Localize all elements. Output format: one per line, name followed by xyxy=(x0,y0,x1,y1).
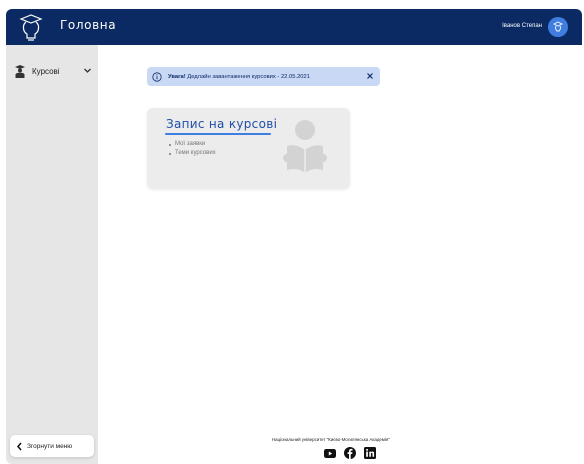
page-title: Головна xyxy=(60,18,117,32)
avatar[interactable] xyxy=(548,17,568,37)
chevron-down-icon[interactable] xyxy=(83,66,92,75)
link-coursework-topics[interactable]: Теми курсових xyxy=(169,149,216,158)
graduation-bulb-icon[interactable] xyxy=(18,13,44,41)
info-icon xyxy=(152,71,162,82)
social-links xyxy=(324,447,376,459)
coursework-enrollment-card[interactable]: Запис на курсові Мої заявки Теми курсови… xyxy=(147,108,350,189)
alert-prefix: Увага! xyxy=(168,73,186,80)
alert-message: Увага! Дедлайн завантаження курсових - 2… xyxy=(168,74,310,80)
linkedin-icon[interactable] xyxy=(364,447,376,459)
close-icon[interactable] xyxy=(366,72,374,80)
card-title-underline xyxy=(165,133,271,135)
student-icon xyxy=(15,65,25,78)
card-title[interactable]: Запис на курсові xyxy=(166,117,277,131)
footer-university: Національний університет "Києво-Могилянс… xyxy=(272,437,390,442)
youtube-icon[interactable] xyxy=(324,448,336,458)
alert-body: Дедлайн завантаження курсових - 22.05.20… xyxy=(185,73,310,80)
card-links: Мої заявки Теми курсових xyxy=(169,140,216,158)
sidebar: Курсові Згорнути меню xyxy=(6,45,98,464)
sidebar-item-coursework[interactable]: Курсові xyxy=(14,63,98,79)
link-my-applications[interactable]: Мої заявки xyxy=(169,140,216,149)
sidebar-item-label: Курсові xyxy=(32,66,60,76)
user-name[interactable]: Іванов Степан xyxy=(502,23,542,29)
deadline-alert: Увага! Дедлайн завантаження курсових - 2… xyxy=(147,67,380,86)
chevron-left-icon xyxy=(17,442,22,450)
collapse-menu-button[interactable]: Згорнути меню xyxy=(10,435,94,457)
user-avatar-icon xyxy=(552,21,564,32)
facebook-icon[interactable] xyxy=(344,447,356,459)
top-header: Головна Іванов Степан xyxy=(6,9,582,45)
reading-person-icon xyxy=(283,120,327,173)
collapse-menu-label: Згорнути меню xyxy=(27,442,73,450)
